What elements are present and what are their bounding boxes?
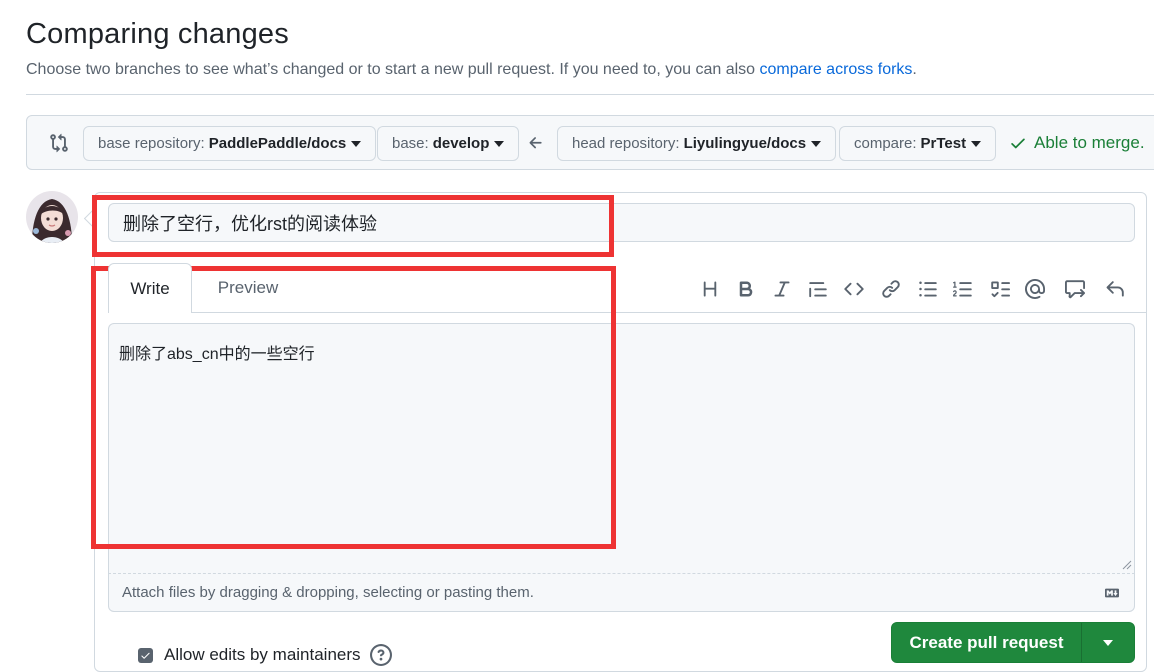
allow-edits-checkbox[interactable] <box>138 647 153 663</box>
unordered-list-icon[interactable] <box>917 278 939 300</box>
attach-files-bar[interactable]: Attach files by dragging & dropping, sel… <box>108 573 1135 612</box>
page-title: Comparing changes <box>26 18 289 50</box>
reference-icon[interactable] <box>1064 278 1086 300</box>
compare-branch-select[interactable]: compare: PrTest <box>839 126 997 161</box>
pr-title-value: 删除了空行，优化rst的阅读体验 <box>123 213 377 234</box>
compare-branch-label: compare: <box>854 135 917 152</box>
task-list-icon[interactable] <box>989 278 1011 300</box>
caret-down-icon <box>971 140 982 147</box>
compare-across-forks-link[interactable]: compare across forks <box>759 61 912 78</box>
pr-body-textarea[interactable]: 删除了abs_cn中的一些空行 <box>108 323 1135 573</box>
subtitle-text: Choose two branches to see what’s change… <box>26 61 760 78</box>
head-repository-select[interactable]: head repository: Liyulingyue/docs <box>557 126 837 161</box>
attach-hint: Attach files by dragging & dropping, sel… <box>122 584 534 601</box>
allow-edits-checkbox-row[interactable]: Allow edits by maintainers <box>138 644 392 666</box>
caret-down-icon <box>351 140 362 147</box>
tab-write[interactable]: Write <box>108 263 192 313</box>
caret-down-icon <box>494 140 505 147</box>
check-icon <box>141 652 150 659</box>
code-icon[interactable] <box>843 278 865 300</box>
base-branch-label: base: <box>392 135 429 152</box>
pr-body-value: 删除了abs_cn中的一些空行 <box>119 346 315 363</box>
resize-handle-icon[interactable] <box>1122 560 1132 570</box>
italic-icon[interactable] <box>771 278 793 300</box>
merge-status-text: Able to merge. <box>1034 133 1145 152</box>
create-pull-request-dropdown[interactable] <box>1082 623 1134 662</box>
base-repository-value: PaddlePaddle/docs <box>208 135 347 152</box>
create-pull-request-button[interactable]: Create pull request <box>892 623 1082 662</box>
question-icon[interactable] <box>369 644 392 666</box>
mention-icon[interactable] <box>1024 278 1046 300</box>
tab-preview[interactable]: Preview <box>196 263 300 313</box>
subtitle-suffix: . <box>912 61 917 78</box>
avatar-image-icon <box>26 191 78 243</box>
link-icon[interactable] <box>880 278 902 300</box>
heading-icon[interactable] <box>699 278 721 300</box>
markdown-icon <box>1105 588 1119 598</box>
undo-icon[interactable] <box>1104 278 1126 300</box>
merge-status: Able to merge. <box>1009 133 1145 153</box>
bold-icon[interactable] <box>735 278 757 300</box>
caret-down-icon <box>811 140 822 147</box>
arrow-left-icon <box>529 137 542 149</box>
quote-icon[interactable] <box>807 278 829 300</box>
avatar[interactable] <box>26 191 78 243</box>
head-repository-value: Liyulingyue/docs <box>683 135 807 152</box>
pr-title-input[interactable]: 删除了空行，优化rst的阅读体验 <box>108 203 1135 242</box>
base-branch-value: develop <box>432 135 490 152</box>
base-repository-select[interactable]: base repository: PaddlePaddle/docs <box>83 126 377 161</box>
header-divider <box>26 94 1154 95</box>
allow-edits-label: Allow edits by maintainers <box>164 645 361 664</box>
ordered-list-icon[interactable] <box>952 278 974 300</box>
base-branch-select[interactable]: base: develop <box>377 126 520 161</box>
head-repository-label: head repository: <box>572 135 680 152</box>
compare-branch-value: PrTest <box>920 135 967 152</box>
base-repository-label: base repository: <box>98 135 205 152</box>
create-pull-request-button-group: Create pull request <box>891 622 1135 663</box>
caret-down-icon <box>1103 639 1113 646</box>
git-compare-icon <box>50 133 68 153</box>
check-icon <box>1011 138 1025 149</box>
range-editor: base repository: PaddlePaddle/docs base: d… <box>26 115 1154 170</box>
page-subtitle: Choose two branches to see what’s change… <box>26 61 917 79</box>
